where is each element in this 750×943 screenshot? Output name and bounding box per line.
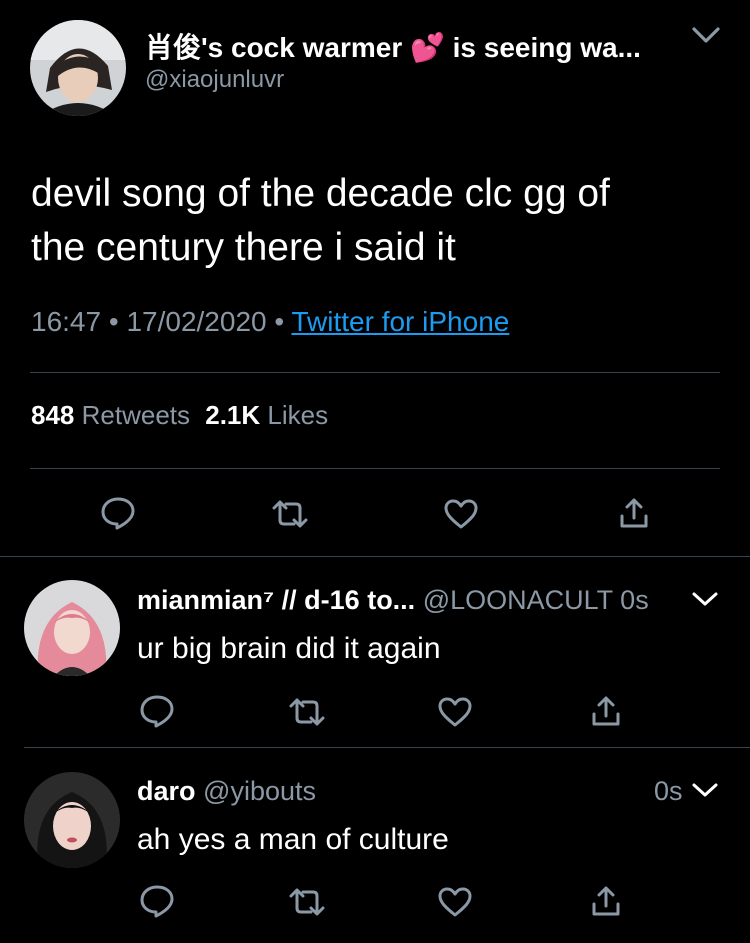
avatar[interactable]	[30, 20, 126, 116]
chevron-down-icon[interactable]	[690, 589, 720, 609]
meta-separator: •	[108, 306, 119, 337]
chevron-down-icon[interactable]	[690, 24, 722, 46]
reply-icon[interactable]	[139, 884, 175, 918]
retweet-stat[interactable]: 848 Retweets	[31, 400, 197, 430]
likes-stat[interactable]: 2.1K Likes	[205, 400, 328, 430]
retweet-icon[interactable]	[287, 886, 327, 918]
reply-time: 0s	[654, 776, 683, 806]
reply-icon[interactable]	[100, 496, 136, 530]
tweet-text-line-1: devil song of the decade clc gg of	[31, 172, 610, 215]
reply-header: mianmian⁷ // d-16 to... @LOONACULT 0s	[137, 585, 649, 616]
chevron-down-icon[interactable]	[690, 780, 720, 800]
share-icon[interactable]	[618, 496, 650, 530]
reply-display-name[interactable]: daro	[137, 776, 196, 806]
reply-time: 0s	[620, 585, 649, 615]
likes-label: Likes	[267, 400, 329, 430]
heart-icon[interactable]	[437, 696, 473, 728]
display-name[interactable]: 肖俊's cock warmer 💕 is seeing wa...	[145, 26, 675, 66]
tweet-source-link[interactable]: Twitter for iPhone	[291, 306, 509, 337]
tweet-stats: 848 Retweets 2.1K Likes	[31, 400, 328, 431]
divider	[24, 747, 750, 748]
divider	[30, 372, 720, 373]
heart-icon[interactable]	[443, 498, 479, 530]
avatar[interactable]	[24, 580, 120, 676]
divider	[0, 556, 750, 557]
share-icon[interactable]	[590, 884, 622, 918]
reply-display-name[interactable]: mianmian⁷ // d-16 to...	[137, 585, 415, 615]
reply-text: ur big brain did it again	[137, 632, 441, 665]
reply-text: ah yes a man of culture	[137, 823, 449, 856]
user-handle[interactable]: @xiaojunluvr	[145, 66, 284, 94]
avatar[interactable]	[24, 772, 120, 868]
heart-icon[interactable]	[437, 886, 473, 918]
reply-handle[interactable]: @LOONACULT	[423, 585, 613, 615]
retweet-icon[interactable]	[270, 498, 310, 530]
retweets-label: Retweets	[81, 400, 191, 430]
retweet-icon[interactable]	[287, 696, 327, 728]
likes-count: 2.1K	[205, 400, 261, 430]
tweet-time: 16:47	[31, 306, 102, 337]
divider	[30, 468, 720, 469]
share-icon[interactable]	[590, 694, 622, 728]
reply-handle[interactable]: @yibouts	[203, 776, 316, 806]
retweets-count: 848	[31, 400, 75, 430]
tweet-meta: 16:47 • 17/02/2020 • Twitter for iPhone	[31, 306, 509, 338]
reply-header: daro @yibouts	[137, 776, 316, 807]
meta-separator: •	[274, 306, 285, 337]
reply-icon[interactable]	[139, 694, 175, 728]
tweet-date: 17/02/2020	[126, 306, 267, 337]
tweet-text-line-2: the century there i said it	[31, 226, 456, 269]
